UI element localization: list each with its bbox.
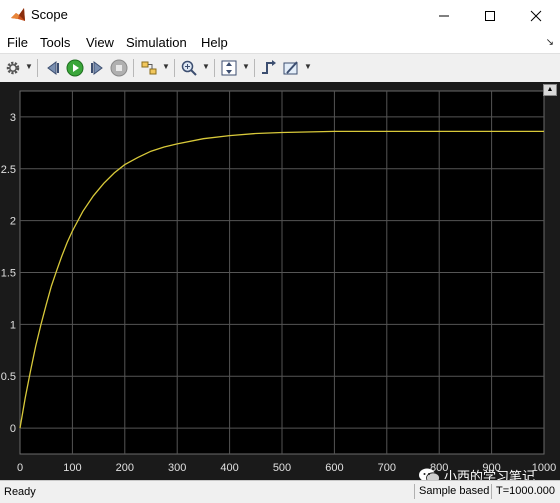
dock-arrow-icon[interactable]: ↘ (546, 37, 554, 48)
x-tick-label: 200 (116, 462, 134, 474)
triggers-icon (262, 60, 276, 74)
toolbar: ▼ ▼ ▼ ▼ ▼ (0, 53, 560, 83)
status-bar: Ready Sample based T=1000.000 (0, 480, 560, 503)
y-tick-label: 0 (10, 423, 16, 435)
y-tick-label: 1 (10, 319, 16, 331)
window-title: Scope (31, 7, 68, 22)
minimize-button[interactable] (421, 0, 467, 31)
restore-layout-button[interactable]: ▲ (543, 84, 557, 96)
y-tick-label: 2.5 (1, 164, 16, 176)
settings-dropdown-icon[interactable]: ▼ (25, 62, 33, 71)
style-button[interactable] (281, 58, 301, 78)
toolbar-separator (133, 59, 134, 77)
step-back-icon (47, 61, 59, 75)
toolbar-separator (214, 59, 215, 77)
y-tick-label: 1.5 (1, 268, 16, 280)
zoom-button[interactable] (179, 58, 199, 78)
menu-view[interactable]: View (86, 35, 114, 50)
x-tick-label: 600 (325, 462, 343, 474)
menu-simulation[interactable]: Simulation (126, 35, 187, 50)
y-tick-label: 3 (10, 112, 16, 124)
status-ready: Ready (4, 486, 36, 498)
toolbar-separator (174, 59, 175, 77)
settings-gear-icon (6, 61, 20, 75)
toolbar-separator (254, 59, 255, 77)
title-bar: Scope (0, 0, 560, 31)
scope-plot[interactable]: 0 100 200 300 400 500 600 700 800 900 100000.511.5… (0, 82, 560, 480)
x-tick-label: 0 (17, 462, 23, 474)
minimize-icon (439, 15, 449, 16)
menu-file[interactable]: File (7, 35, 28, 50)
stop-icon (110, 59, 128, 77)
toolbar-separator (37, 59, 38, 77)
scale-axes-icon (221, 60, 237, 76)
x-tick-label: 400 (220, 462, 238, 474)
zoom-dropdown-icon[interactable]: ▼ (202, 62, 210, 71)
matlab-logo-icon (11, 8, 25, 21)
step-back-button[interactable] (43, 58, 63, 78)
x-tick-label: 1000 (532, 462, 556, 474)
style-dropdown-icon[interactable]: ▼ (304, 62, 312, 71)
maximize-button[interactable] (467, 0, 513, 31)
zoom-icon (181, 60, 197, 76)
scale-axes-button[interactable] (219, 58, 239, 78)
x-tick-label: 700 (378, 462, 396, 474)
x-tick-label: 100 (63, 462, 81, 474)
step-forward-button[interactable] (87, 58, 107, 78)
run-button[interactable] (65, 58, 85, 78)
stop-button[interactable] (109, 58, 129, 78)
y-tick-label: 0.5 (1, 371, 16, 383)
y-tick-label: 2 (10, 216, 16, 228)
settings-button[interactable] (4, 58, 22, 78)
maximize-icon (485, 10, 495, 21)
menu-bar: File Tools View Simulation Help ↘ (0, 31, 560, 53)
status-sample-mode: Sample based (414, 484, 489, 499)
triggers-button[interactable] (259, 58, 279, 78)
menu-tools[interactable]: Tools (40, 35, 70, 50)
close-button[interactable] (513, 0, 559, 31)
style-icon (283, 61, 298, 75)
status-time: T=1000.000 (491, 484, 555, 499)
highlight-dropdown-icon[interactable]: ▼ (162, 62, 170, 71)
highlight-simulink-block-icon (141, 61, 157, 75)
menu-help[interactable]: Help (201, 35, 228, 50)
run-icon (66, 59, 84, 77)
scale-dropdown-icon[interactable]: ▼ (242, 62, 250, 71)
step-forward-icon (91, 61, 103, 75)
x-tick-label: 500 (273, 462, 291, 474)
x-tick-label: 300 (168, 462, 186, 474)
close-icon (530, 10, 542, 21)
highlight-block-button[interactable] (139, 58, 159, 78)
